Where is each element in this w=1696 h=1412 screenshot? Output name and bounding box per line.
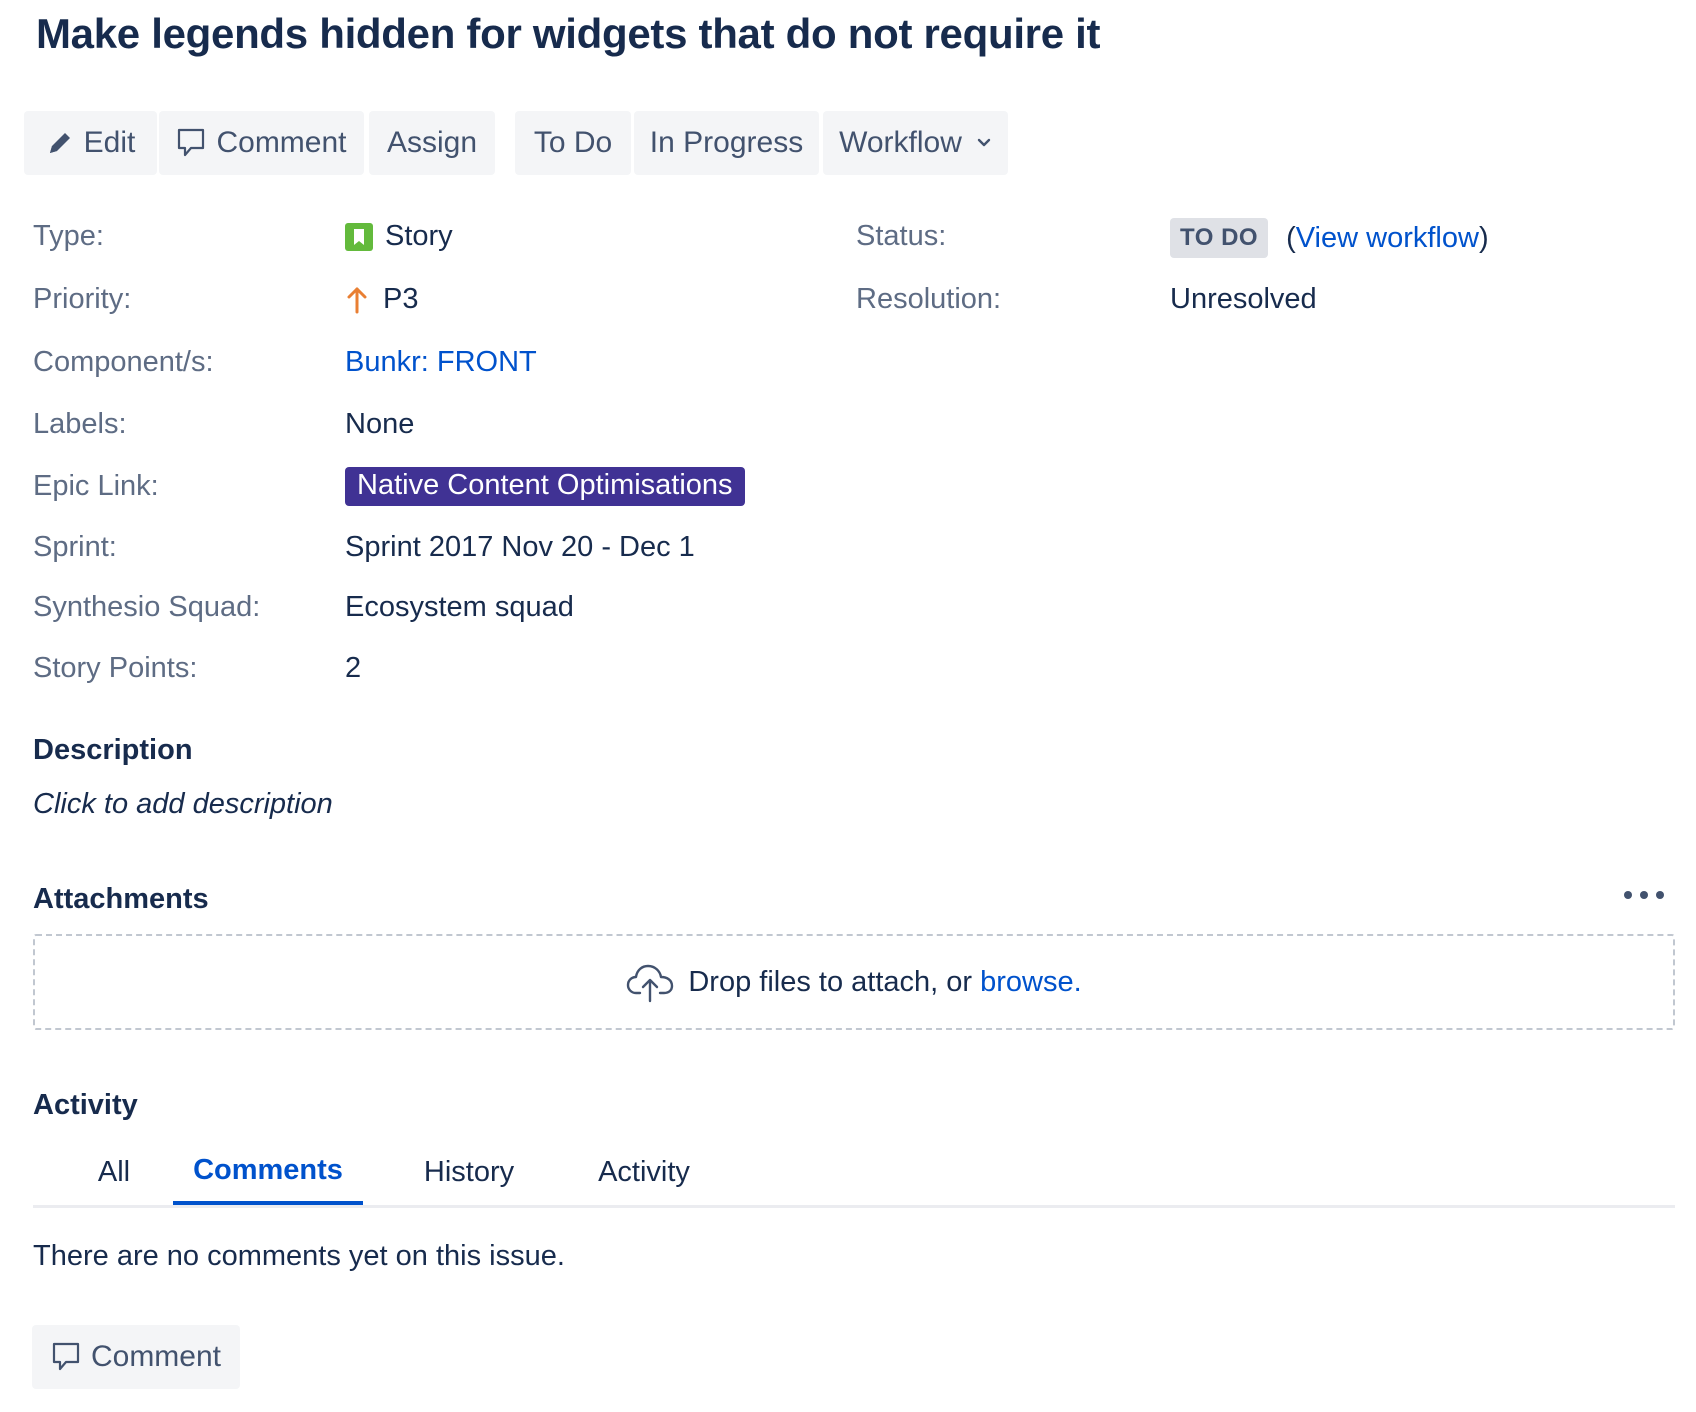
edit-button[interactable]: Edit (24, 111, 157, 175)
view-workflow-open-paren: ( (1286, 221, 1296, 254)
to-do-button-label: To Do (533, 126, 613, 159)
dropzone-text: Drop files to attach, or (688, 965, 981, 998)
workflow-dropdown[interactable]: Workflow (823, 111, 1008, 175)
priority-value-text: P3 (383, 283, 419, 315)
add-comment-button-label: Comment (90, 1340, 222, 1373)
story-icon (345, 222, 373, 251)
resolution-label: Resolution: (856, 283, 1002, 315)
attachments-heading: Attachments (33, 883, 209, 915)
epic-link-label: Epic Link: (33, 470, 159, 502)
arrow-up-icon (345, 286, 369, 314)
more-dot-icon (1656, 891, 1664, 899)
status-value: TO DO (View workflow) (1170, 218, 1489, 258)
activity-tabs: All Comments History Activity (33, 1140, 1675, 1208)
sprint-value: Sprint 2017 Nov 20 - Dec 1 (345, 531, 695, 563)
comment-icon (51, 1341, 81, 1373)
more-dot-icon (1624, 891, 1632, 899)
type-label: Type: (33, 220, 104, 252)
tab-all[interactable]: All (79, 1140, 149, 1205)
labels-label: Labels: (33, 408, 127, 440)
resolution-value: Unresolved (1170, 283, 1317, 315)
cloud-upload-icon (626, 961, 676, 1003)
type-value-text: Story (385, 220, 453, 252)
no-comments-message: There are no comments yet on this issue. (33, 1240, 565, 1272)
to-do-button[interactable]: To Do (515, 111, 631, 175)
status-label: Status: (856, 220, 947, 252)
add-comment-button[interactable]: Comment (32, 1325, 240, 1389)
epic-link-value: Native Content Optimisations (345, 467, 745, 506)
in-progress-button-label: In Progress (649, 126, 804, 159)
attachment-dropzone[interactable]: Drop files to attach, or browse. (33, 934, 1675, 1030)
more-dot-icon (1640, 891, 1648, 899)
comment-icon (176, 127, 206, 159)
issue-title: Make legends hidden for widgets that do … (36, 10, 1101, 57)
labels-value: None (345, 408, 415, 440)
workflow-dropdown-label: Workflow (839, 126, 962, 159)
priority-label: Priority: (33, 283, 132, 315)
chevron-down-icon (976, 137, 992, 149)
assign-button[interactable]: Assign (369, 111, 495, 175)
description-heading: Description (33, 734, 193, 766)
assign-button-label: Assign (386, 126, 478, 159)
components-label: Component/s: (33, 346, 214, 378)
story-points-value: 2 (345, 652, 362, 684)
view-workflow-close-paren: ) (1478, 221, 1489, 254)
comment-button[interactable]: Comment (159, 111, 364, 175)
tab-history[interactable]: History (399, 1140, 539, 1205)
tab-comments[interactable]: Comments (173, 1140, 363, 1205)
view-workflow-link[interactable]: View workflow (1296, 222, 1479, 255)
priority-value: P3 (345, 283, 418, 316)
squad-value: Ecosystem squad (345, 591, 574, 623)
status-lozenge: TO DO (1170, 218, 1269, 258)
description-placeholder[interactable]: Click to add description (33, 788, 333, 821)
type-value: Story (345, 220, 453, 253)
issue-view: Make legends hidden for widgets that do … (0, 0, 1696, 1412)
epic-link-badge[interactable]: Native Content Optimisations (345, 467, 745, 506)
pencil-icon (46, 129, 74, 157)
sprint-label: Sprint: (33, 531, 117, 563)
story-points-label: Story Points: (33, 652, 198, 684)
comment-button-label: Comment (216, 126, 347, 159)
tab-activity[interactable]: Activity (569, 1140, 719, 1205)
attachments-more-button[interactable] (1624, 882, 1664, 908)
squad-label: Synthesio Squad: (33, 591, 261, 623)
browse-link[interactable]: browse. (980, 966, 1082, 999)
in-progress-button[interactable]: In Progress (634, 111, 819, 175)
activity-heading: Activity (33, 1089, 138, 1121)
component-link[interactable]: Bunkr: FRONT (345, 346, 537, 379)
edit-button-label: Edit (83, 126, 136, 159)
